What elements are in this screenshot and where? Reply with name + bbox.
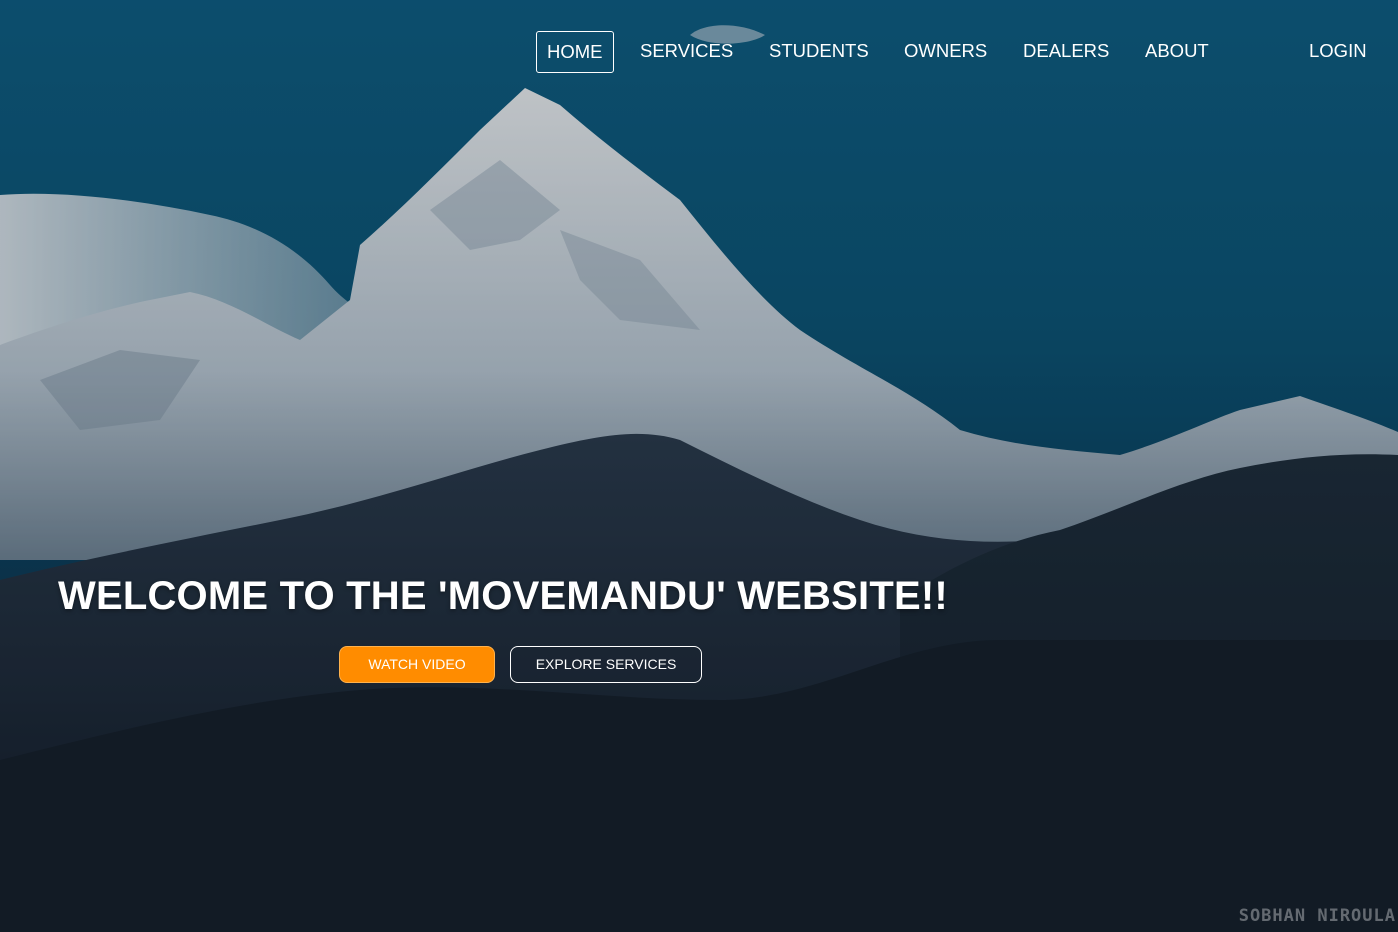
main-navigation: HOME SERVICES STUDENTS OWNERS DEALERS AB…	[0, 31, 1398, 73]
login-link[interactable]: LOGIN	[1309, 31, 1367, 71]
nav-item-students[interactable]: STUDENTS	[769, 31, 869, 71]
nav-item-owners[interactable]: OWNERS	[904, 31, 987, 71]
hero-headline: WELCOME TO THE 'MOVEMANDU' WEBSITE!!	[58, 574, 948, 618]
mountain-background-image	[0, 0, 1398, 932]
nav-item-services[interactable]: SERVICES	[640, 31, 733, 71]
explore-services-button[interactable]: EXPLORE SERVICES	[510, 646, 702, 683]
hero-section: HOME SERVICES STUDENTS OWNERS DEALERS AB…	[0, 0, 1398, 932]
nav-item-about[interactable]: ABOUT	[1145, 31, 1209, 71]
nav-item-dealers[interactable]: DEALERS	[1023, 31, 1109, 71]
nav-item-home[interactable]: HOME	[536, 31, 614, 73]
photographer-watermark: SOBHAN NIROULA	[1238, 906, 1396, 926]
watch-video-button[interactable]: WATCH VIDEO	[339, 646, 495, 683]
